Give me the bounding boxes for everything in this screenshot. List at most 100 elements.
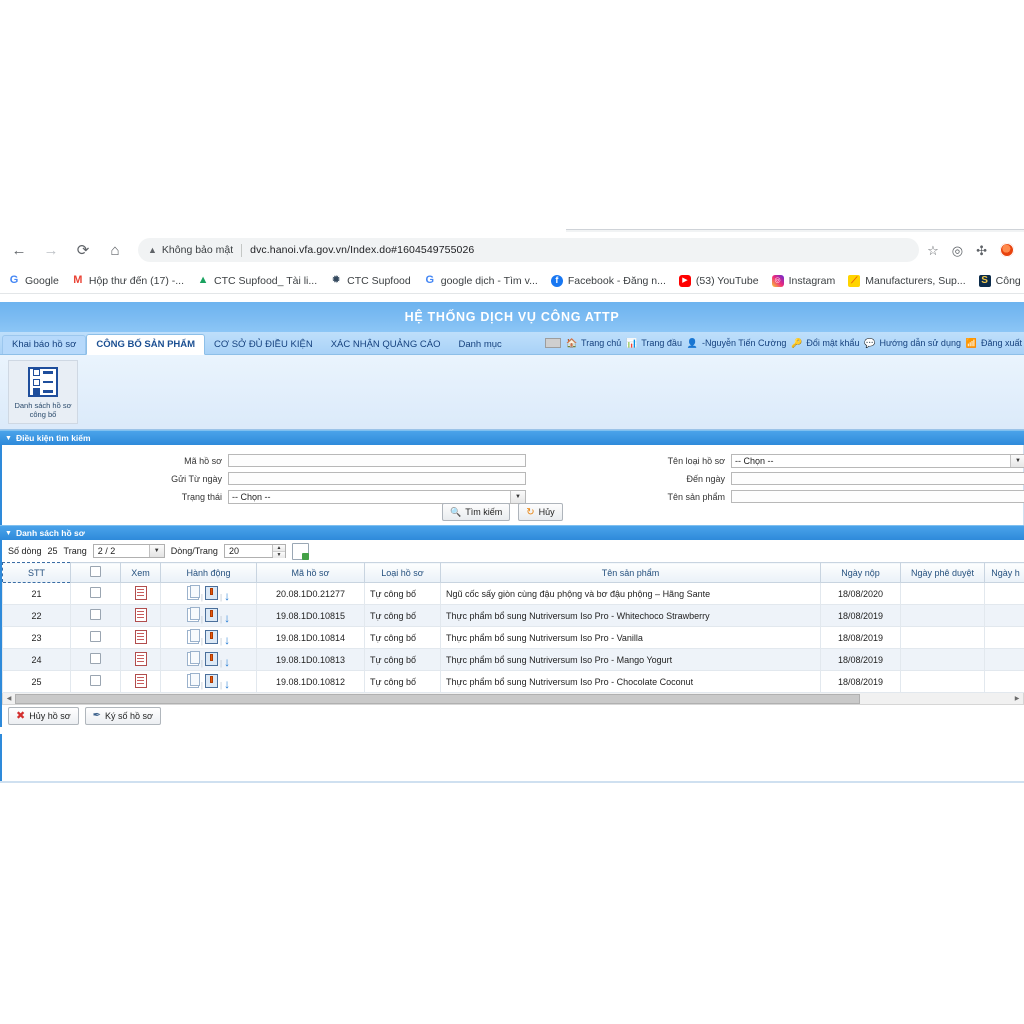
bookmark-item[interactable]: S Công Cụ Chuyển đ...: [979, 275, 1024, 287]
cell-xem[interactable]: [121, 605, 161, 627]
search-section-header[interactable]: ▼ Điều kiện tìm kiếm: [0, 430, 1024, 445]
menu-user-name[interactable]: 👤 -Nguyễn Tiến Cường: [686, 338, 786, 349]
view-document-icon[interactable]: [135, 586, 147, 600]
ky-so-ho-so-button[interactable]: ✒ Ký số hồ sơ: [85, 707, 161, 725]
list-section-header[interactable]: ▼ Danh sách hồ sơ: [0, 525, 1024, 540]
copy-icon[interactable]: [187, 652, 199, 666]
bookmark-item[interactable]: M Hộp thư đến (17) -...: [72, 275, 184, 287]
ten-san-pham-input[interactable]: [731, 490, 1024, 503]
certificate-icon[interactable]: [205, 674, 218, 688]
download-icon[interactable]: ↓: [224, 591, 230, 601]
rows-per-page-stepper[interactable]: 20 ▲▼: [224, 544, 286, 558]
tab-danh-muc[interactable]: Danh mục: [449, 336, 510, 354]
view-document-icon[interactable]: [135, 652, 147, 666]
menu-trang-dau[interactable]: 📊 Trang đầu: [625, 338, 682, 349]
danh-sach-ho-so-cong-bo-button[interactable]: Danh sách hồ sơ công bố: [8, 360, 78, 424]
menu-doi-mat-khau[interactable]: 🔑 Đổi mật khẩu: [790, 338, 859, 349]
view-document-icon[interactable]: [135, 674, 147, 688]
cell-checkbox[interactable]: [71, 649, 121, 671]
column-stt[interactable]: STT: [3, 563, 71, 583]
address-bar[interactable]: ▲ Không bảo mật dvc.hanoi.vfa.gov.vn/Ind…: [138, 238, 919, 262]
den-ngay-input[interactable]: [731, 472, 1024, 485]
cell-actions[interactable]: ||↓: [161, 671, 257, 693]
bookmark-item[interactable]: ⟋ Manufacturers, Sup...: [848, 275, 965, 287]
excel-export-icon[interactable]: [292, 543, 309, 560]
cell-checkbox[interactable]: [71, 605, 121, 627]
menu-trang-chu[interactable]: 🏠 Trang chủ: [565, 338, 621, 349]
column-xem[interactable]: Xem: [121, 563, 161, 583]
stepper-arrows[interactable]: ▲▼: [272, 545, 285, 557]
cell-actions[interactable]: ||↓: [161, 583, 257, 605]
ma-ho-so-input[interactable]: [228, 454, 526, 467]
bookmark-item[interactable]: G google dịch - Tìm v...: [424, 275, 538, 287]
column-ngay-phe-duyet[interactable]: Ngày phê duyệt: [901, 563, 985, 583]
view-document-icon[interactable]: [135, 630, 147, 644]
download-icon[interactable]: ↓: [224, 679, 230, 689]
row-checkbox[interactable]: [90, 631, 101, 642]
row-checkbox[interactable]: [90, 653, 101, 664]
back-icon[interactable]: ←: [6, 237, 32, 263]
scrollbar-track[interactable]: [15, 694, 1011, 704]
certificate-icon[interactable]: [205, 608, 218, 622]
table-row[interactable]: 21 ||↓ 20.08.1D0.21277 Tự công bố Ngũ cố…: [3, 583, 1024, 605]
bookmark-item[interactable]: ▲ CTC Supfood_ Tài li...: [197, 275, 317, 287]
bookmark-item[interactable]: ▶ (53) YouTube: [679, 275, 759, 287]
forward-icon[interactable]: →: [38, 237, 64, 263]
cell-xem[interactable]: [121, 671, 161, 693]
table-row[interactable]: 24 ||↓ 19.08.1D0.10813 Tự công bố Thực p…: [3, 649, 1024, 671]
extensions-icon[interactable]: ✣: [976, 244, 987, 257]
download-icon[interactable]: ↓: [224, 613, 230, 623]
cell-checkbox[interactable]: [71, 583, 121, 605]
huy-ho-so-button[interactable]: ✖ Hủy hồ sơ: [8, 707, 79, 725]
bookmark-item[interactable]: ◎ Instagram: [772, 275, 836, 287]
reload-icon[interactable]: ⟳: [70, 237, 96, 263]
copy-icon[interactable]: [187, 608, 199, 622]
trang-thai-select[interactable]: -- Chọn -- ▼: [228, 490, 526, 504]
page-select[interactable]: 2 / 2 ▼: [93, 544, 165, 558]
cell-xem[interactable]: [121, 583, 161, 605]
table-row[interactable]: 25 ||↓ 19.08.1D0.10812 Tự công bố Thực p…: [3, 671, 1024, 693]
column-ngay-h[interactable]: Ngày h: [985, 563, 1024, 583]
tab-khai-bao-ho-so[interactable]: Khai báo hồ sơ: [2, 335, 86, 354]
profile-avatar[interactable]: [1000, 243, 1014, 257]
certificate-icon[interactable]: [205, 586, 218, 600]
scrollbar-thumb[interactable]: [15, 694, 860, 704]
tab-co-so-du-dieu-kien[interactable]: CƠ SỞ ĐỦ ĐIỀU KIỆN: [205, 336, 322, 354]
scroll-right-icon[interactable]: ▶: [1011, 694, 1023, 704]
cell-checkbox[interactable]: [71, 671, 121, 693]
ten-loai-ho-so-select[interactable]: -- Chọn -- ▼: [731, 454, 1024, 468]
tab-cong-bo-san-pham[interactable]: CÔNG BỐ SẢN PHẨM: [86, 334, 205, 355]
column-ten-san-pham[interactable]: Tên sản phẩm: [441, 563, 821, 583]
row-checkbox[interactable]: [90, 587, 101, 598]
tim-kiem-button[interactable]: 🔍 Tìm kiếm: [442, 503, 510, 521]
huy-button[interactable]: ↻ Hủy: [518, 503, 562, 521]
horizontal-scrollbar[interactable]: ◀ ▶: [2, 693, 1024, 705]
cast-icon[interactable]: ◎: [952, 244, 963, 257]
copy-icon[interactable]: [187, 674, 199, 688]
cell-checkbox[interactable]: [71, 627, 121, 649]
column-ma-ho-so[interactable]: Mã hồ sơ: [257, 563, 365, 583]
certificate-icon[interactable]: [205, 652, 218, 666]
cell-actions[interactable]: ||↓: [161, 649, 257, 671]
download-icon[interactable]: ↓: [224, 657, 230, 667]
row-checkbox[interactable]: [90, 675, 101, 686]
table-row[interactable]: 23 ||↓ 19.08.1D0.10814 Tự công bố Thực p…: [3, 627, 1024, 649]
cell-xem[interactable]: [121, 649, 161, 671]
table-row[interactable]: 22 ||↓ 19.08.1D0.10815 Tự công bố Thực p…: [3, 605, 1024, 627]
view-document-icon[interactable]: [135, 608, 147, 622]
column-select-all[interactable]: [71, 563, 121, 583]
certificate-icon[interactable]: [205, 630, 218, 644]
select-all-checkbox[interactable]: [90, 566, 101, 577]
cell-xem[interactable]: [121, 627, 161, 649]
row-checkbox[interactable]: [90, 609, 101, 620]
cell-actions[interactable]: ||↓: [161, 627, 257, 649]
bookmark-star-icon[interactable]: ☆: [927, 244, 939, 257]
tab-xac-nhan-quang-cao[interactable]: XÁC NHẬN QUẢNG CÁO: [322, 336, 450, 354]
menu-huong-dan-su-dung[interactable]: 💬 Hướng dẫn sử dụng: [863, 338, 961, 349]
copy-icon[interactable]: [187, 586, 199, 600]
menu-dang-xuat[interactable]: 📶 Đăng xuất: [965, 338, 1022, 349]
bookmark-item[interactable]: f Facebook - Đăng n...: [551, 275, 666, 287]
download-icon[interactable]: ↓: [224, 635, 230, 645]
copy-icon[interactable]: [187, 630, 199, 644]
bookmark-item[interactable]: ✹ CTC Supfood: [330, 275, 411, 287]
